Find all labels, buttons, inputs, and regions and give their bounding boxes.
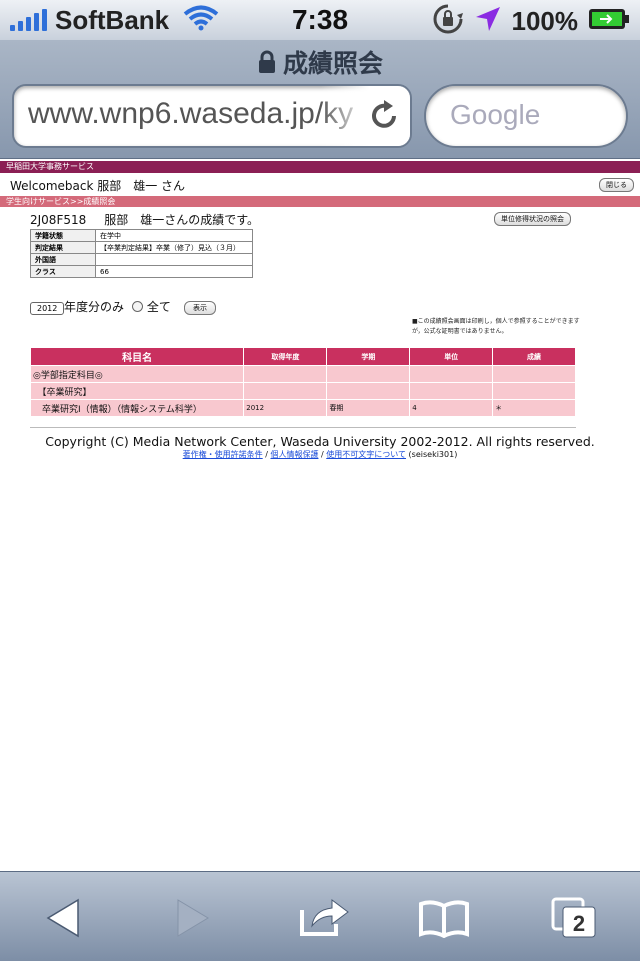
search-input[interactable]: Google (424, 84, 628, 148)
table-row: 外国語 (30, 253, 253, 266)
table-row: 学籍状態 在学中 (30, 229, 253, 242)
student-line: 2J08F518 服部 雄一さんの成績です。 (30, 211, 259, 228)
status-bar: SoftBank 7:38 100% (0, 0, 640, 40)
notice-text: ■この成績照会画面は印刷し，個人で参照することができますが，公式な証明書ではあり… (412, 318, 580, 335)
browser-toolbar: 2 (0, 871, 640, 961)
reload-icon[interactable] (368, 98, 400, 136)
carrier-name: SoftBank (55, 4, 170, 35)
tabs-icon: 2 (551, 897, 596, 938)
grades-table: 科目名 取得年度 学期 単位 成績 ◎学部指定科目◎ 【卒業研究】 卒業研究Ⅰ（… (29, 347, 576, 417)
tabs-button[interactable]: 2 (544, 894, 604, 942)
student-id: 2J08F518 (30, 213, 87, 227)
bookmarks-button[interactable] (414, 894, 474, 942)
student-info-table: 学籍状態 在学中 判定結果 【卒業判定結果】卒業（修了）見込（３月） 外国語 クラス… (30, 229, 253, 278)
forward-arrow-icon (177, 899, 209, 937)
battery-icon (588, 7, 630, 36)
divider (30, 427, 576, 428)
close-button[interactable]: 閉じる (599, 178, 634, 192)
web-content: 早稲田大学事務サービス Welcomeback 服部 雄一 さん 閉じる 学生向… (0, 159, 640, 871)
grades-header-row: 科目名 取得年度 学期 単位 成績 (29, 347, 576, 366)
share-button[interactable] (294, 894, 354, 942)
table-row: 【卒業研究】 (29, 382, 576, 400)
url-text: www.wnp6.waseda.jp/ky (28, 97, 354, 130)
bookmarks-icon (419, 900, 469, 938)
privacy-link[interactable]: 個人情報保護 (270, 450, 318, 459)
student-message: 服部 雄一さんの成績です。 (104, 213, 260, 227)
table-row: 判定結果 【卒業判定結果】卒業（修了）見込（３月） (30, 241, 253, 254)
page-title: 成績照会 (0, 44, 640, 80)
year-only-label: 年度分のみ (64, 300, 125, 314)
year-filter: 年度分のみ 全て (64, 298, 171, 315)
credit-status-button[interactable]: 単位修得状況の照会 (494, 212, 571, 226)
search-placeholder: Google (450, 99, 541, 130)
forward-button[interactable] (162, 894, 222, 942)
site-header: 早稲田大学事務サービス (0, 161, 640, 173)
breadcrumb: 学生向けサービス>>成績照会 (0, 196, 640, 207)
table-row: クラス 66 (30, 265, 253, 278)
back-arrow-icon (46, 898, 79, 938)
browser-top-bar: 成績照会 www.wnp6.waseda.jp/ky Google (0, 40, 640, 159)
location-icon (474, 5, 502, 38)
all-radio[interactable] (131, 301, 143, 312)
footer-links: 著作権・使用許諾条件 / 個人情報保護 / 使用不可文字について (seisek… (182, 450, 458, 459)
battery-level: 100% (511, 6, 579, 36)
wifi-icon (183, 5, 219, 36)
show-button[interactable]: 表示 (184, 301, 216, 315)
table-row: ◎学部指定科目◎ (29, 365, 576, 383)
table-row: 卒業研究Ⅰ（情報）（情報システム科学） 2012 春期 4 ＊ (29, 399, 576, 417)
page-code: (seiseki301) (406, 450, 458, 459)
unusable-chars-link[interactable]: 使用不可文字について (326, 450, 406, 459)
copyright-link[interactable]: 著作権・使用許諾条件 (183, 450, 263, 459)
welcome-text: Welcomeback 服部 雄一 さん (10, 179, 186, 193)
tabs-count: 2 (573, 911, 585, 936)
all-label: 全て (146, 300, 171, 314)
share-icon (300, 899, 349, 936)
page-title-text: 成績照会 (282, 49, 383, 78)
lock-icon (257, 50, 277, 80)
back-button[interactable] (34, 894, 94, 942)
copyright: Copyright (C) Media Network Center, Wase… (45, 434, 595, 449)
signal-icon (10, 9, 47, 31)
year-select[interactable]: 2012 (30, 302, 65, 315)
rotation-lock-icon (432, 3, 464, 40)
url-field[interactable]: www.wnp6.waseda.jp/ky (12, 84, 412, 148)
